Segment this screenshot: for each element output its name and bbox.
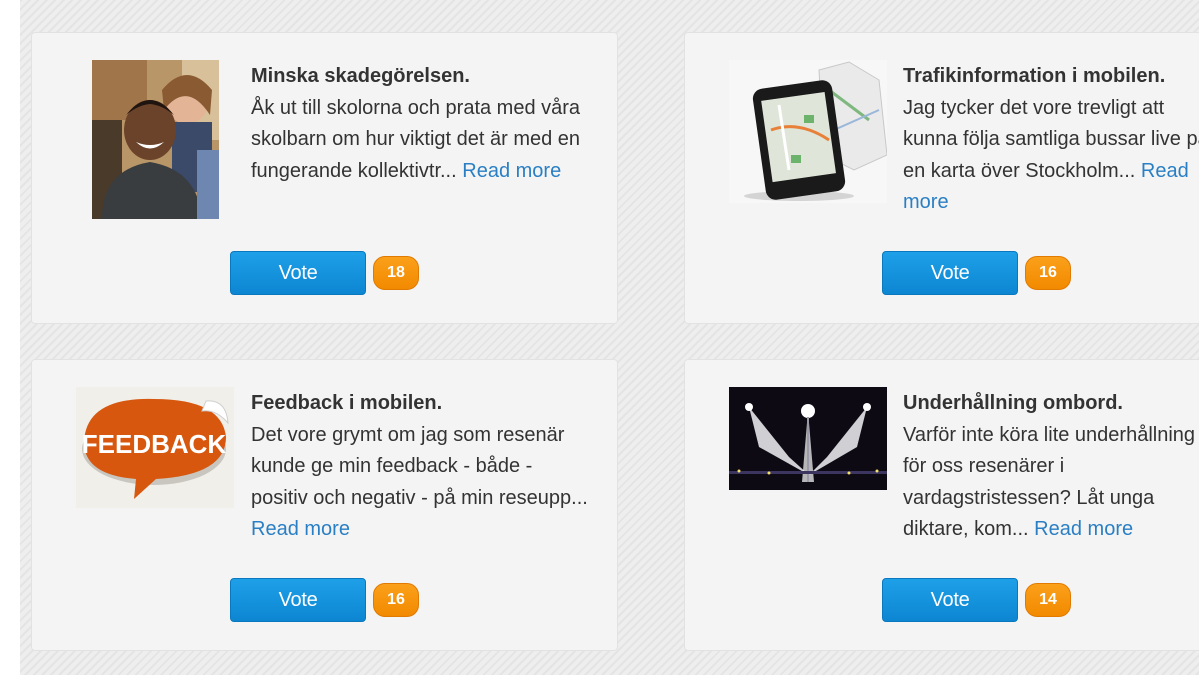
idea-title[interactable]: Minska skadegörelsen. [251, 61, 591, 93]
stage-spotlights-image [729, 387, 887, 490]
idea-text: Underhållning ombord. Varför inte köra l… [903, 388, 1199, 546]
feedback-bubble-image: FEEDBACK [76, 387, 234, 508]
idea-thumbnail-stage[interactable] [729, 387, 887, 490]
read-more-link[interactable]: Read more [462, 160, 561, 182]
idea-text: Minska skadegörelsen. Åk ut till skolorn… [251, 61, 591, 187]
smartphone-map-image [729, 60, 887, 203]
read-more-link[interactable]: Read more [1034, 518, 1133, 540]
idea-title[interactable]: Underhållning ombord. [903, 388, 1199, 420]
people-photo-image [92, 60, 219, 219]
idea-thumbnail-feedback[interactable]: FEEDBACK [76, 387, 234, 508]
read-more-link[interactable]: Read more [251, 518, 350, 540]
vote-button[interactable]: Vote [230, 578, 366, 622]
idea-description: Det vore grymt om jag som resenär kunde … [251, 423, 588, 509]
idea-thumbnail-people[interactable] [92, 60, 219, 219]
feedback-logo-text: FEEDBACK [82, 429, 227, 459]
vote-count-badge: 16 [373, 583, 419, 617]
idea-text: Trafikinformation i mobilen. Jag tycker … [903, 61, 1199, 219]
vote-count-badge: 18 [373, 256, 419, 290]
idea-card: Trafikinformation i mobilen. Jag tycker … [684, 32, 1199, 324]
idea-thumbnail-phone[interactable] [729, 60, 887, 203]
idea-title[interactable]: Trafikinformation i mobilen. [903, 61, 1199, 93]
idea-card: Underhållning ombord. Varför inte köra l… [684, 359, 1199, 651]
vote-count-badge: 16 [1025, 256, 1071, 290]
idea-card: FEEDBACK Feedback i mobilen. Det vore gr… [31, 359, 618, 651]
idea-title[interactable]: Feedback i mobilen. [251, 388, 591, 420]
vote-count-badge: 14 [1025, 583, 1071, 617]
idea-card: Minska skadegörelsen. Åk ut till skolorn… [31, 32, 618, 324]
vote-button[interactable]: Vote [230, 251, 366, 295]
idea-text: Feedback i mobilen. Det vore grymt om ja… [251, 388, 591, 546]
vote-button[interactable]: Vote [882, 251, 1018, 295]
vote-button[interactable]: Vote [882, 578, 1018, 622]
